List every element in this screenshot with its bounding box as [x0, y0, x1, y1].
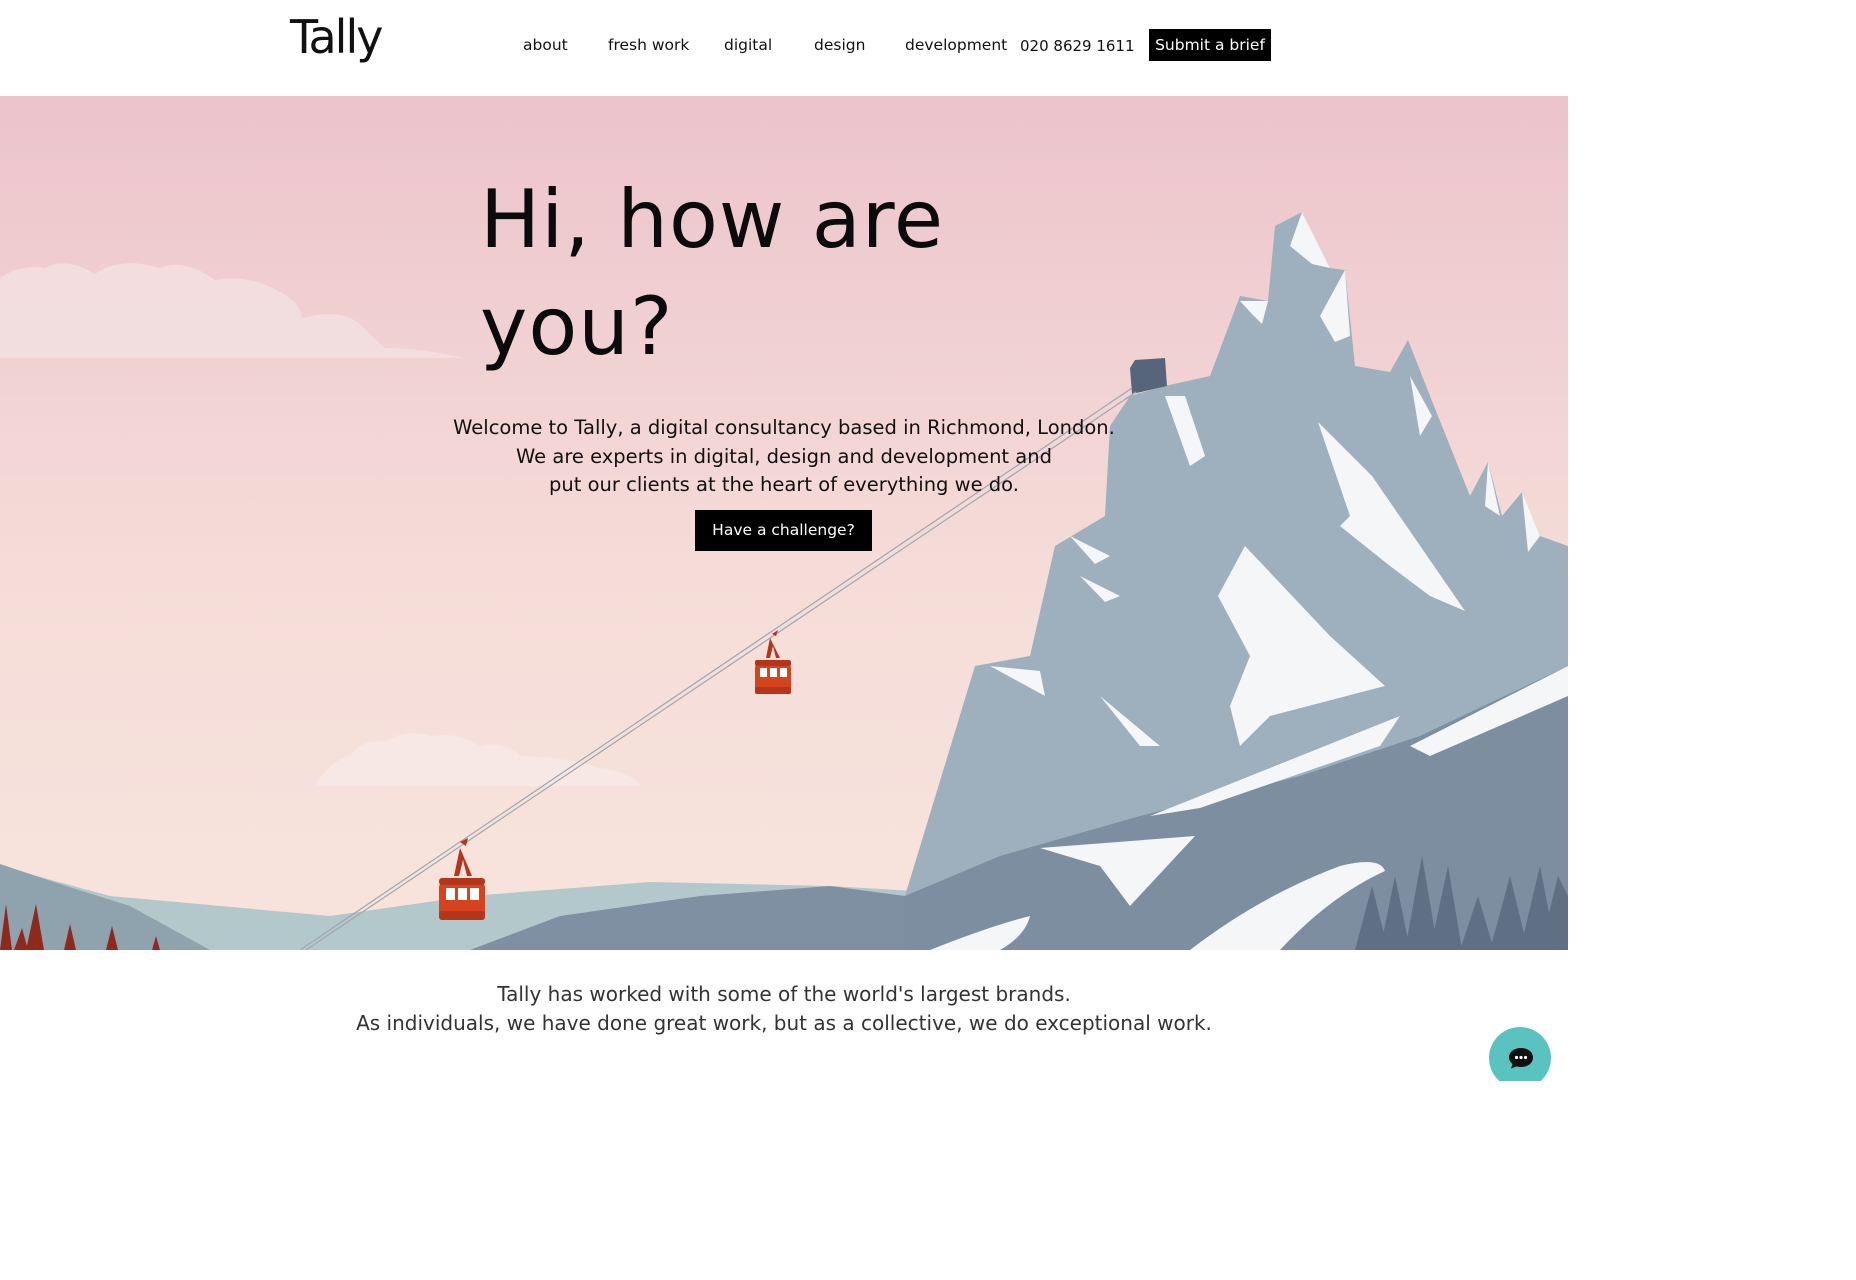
nav-digital[interactable]: digital	[724, 36, 772, 54]
tally-logo[interactable]: Tally	[290, 14, 383, 60]
nav-development[interactable]: development	[905, 36, 1007, 54]
have-a-challenge-button[interactable]: Have a challenge?	[695, 510, 872, 551]
brands-statement: Tally has worked with some of the world'…	[0, 980, 1568, 1038]
hero-intro-line3: put our clients at the heart of everythi…	[549, 473, 1019, 496]
phone-number[interactable]: 020 8629 1611	[1020, 37, 1135, 55]
hero-intro: Welcome to Tally, a digital consultancy …	[420, 414, 1148, 500]
hero-section: Hi, how are you? Welcome to Tally, a dig…	[0, 96, 1568, 950]
site-header: Tally about fresh work digital design de…	[0, 0, 1568, 96]
hero-title-line1: Hi, how are	[480, 173, 945, 266]
submit-brief-button[interactable]: Submit a brief	[1149, 29, 1271, 61]
nav-fresh-work[interactable]: fresh work	[608, 36, 689, 54]
hero-intro-line1: Welcome to Tally, a digital consultancy …	[453, 416, 1115, 439]
chat-widget-button[interactable]	[1489, 1027, 1551, 1081]
brands-line2: As individuals, we have done great work,…	[356, 1011, 1212, 1035]
hero-intro-line2: We are experts in digital, design and de…	[516, 444, 1052, 468]
brands-line1: Tally has worked with some of the world'…	[497, 982, 1071, 1006]
hero-title-line2: you?	[480, 280, 674, 373]
hero-title: Hi, how are you?	[480, 166, 1000, 380]
chat-bubble-icon	[1509, 1048, 1533, 1069]
page: Tally about fresh work digital design de…	[0, 0, 1568, 1081]
nav-design[interactable]: design	[814, 36, 865, 54]
nav-about[interactable]: about	[523, 36, 568, 54]
